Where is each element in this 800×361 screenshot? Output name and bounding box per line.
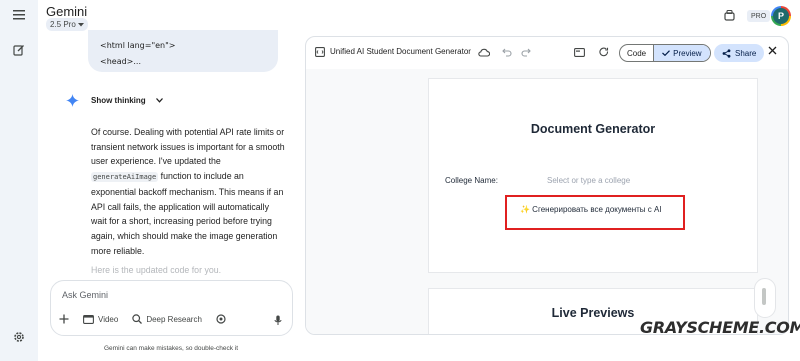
prompt-input[interactable]: Ask Gemini	[62, 290, 108, 300]
deep-research-button[interactable]: Deep Research	[132, 314, 202, 324]
prompt-box: Ask Gemini Video Deep Research	[50, 280, 293, 336]
show-thinking-toggle[interactable]: Show thinking	[66, 94, 163, 107]
model-label: 2.5 Pro	[50, 20, 76, 29]
tab-preview-label: Preview	[673, 48, 702, 58]
plus-icon	[59, 314, 69, 324]
mic-button[interactable]	[274, 315, 282, 329]
view-toggle: Code Preview	[619, 44, 711, 62]
scroll-thumb[interactable]	[762, 288, 766, 305]
code-file-icon	[314, 46, 326, 58]
answer-faded-line: Here is the updated code for you.	[91, 265, 222, 275]
generator-heading: Document Generator	[530, 122, 656, 136]
artifact-panel: Unified AI Student Document Generator Co…	[305, 36, 789, 335]
display-icon[interactable]	[573, 46, 585, 58]
undo-icon[interactable]	[501, 46, 513, 58]
avatar-initial: P	[773, 8, 789, 24]
panel-title: Unified AI Student Document Generator	[330, 47, 471, 56]
user-code-line: <html lang="en">	[100, 41, 176, 50]
video-tool-label: Video	[98, 314, 119, 324]
show-thinking-label: Show thinking	[91, 96, 146, 105]
settings-icon[interactable]	[12, 330, 26, 344]
canvas-icon	[216, 314, 226, 324]
close-panel-button[interactable]	[768, 46, 777, 58]
tab-preview[interactable]: Preview	[653, 45, 710, 61]
cloud-icon[interactable]	[478, 46, 490, 58]
highlight-box	[505, 195, 685, 230]
canvas-tool-button[interactable]	[216, 314, 226, 324]
college-label: College Name:	[445, 176, 498, 185]
chevron-down-icon	[155, 98, 163, 103]
chevron-down-icon	[77, 22, 84, 26]
check-icon	[662, 50, 671, 56]
panel-toolbar: Unified AI Student Document Generator Co…	[306, 37, 788, 69]
archive-icon[interactable]	[724, 9, 735, 24]
scroll-control[interactable]	[754, 278, 776, 318]
deep-research-label: Deep Research	[146, 314, 202, 324]
college-input[interactable]: Select or type a college	[547, 176, 633, 185]
watermark: GRAYSCHEME.COM	[640, 318, 800, 337]
answer-inline-code: generateAiImage	[91, 172, 159, 183]
mic-icon	[274, 315, 282, 325]
answer-text: Of course. Dealing with potential API ra…	[91, 127, 285, 167]
menu-icon[interactable]	[12, 8, 26, 22]
side-rail	[0, 0, 38, 361]
tab-code[interactable]: Code	[620, 45, 653, 61]
share-button[interactable]: Share	[714, 44, 765, 62]
video-tool-button[interactable]: Video	[83, 315, 118, 324]
pro-badge: PRO	[747, 10, 771, 22]
gemini-sparkle-icon	[66, 94, 79, 107]
generator-card: Document Generator College Name: Select …	[428, 78, 758, 273]
app-title: Gemini	[46, 4, 88, 19]
refresh-icon[interactable]	[598, 46, 610, 58]
share-label: Share	[735, 48, 757, 58]
add-button[interactable]	[59, 314, 69, 324]
video-icon	[83, 314, 94, 324]
share-icon	[722, 48, 731, 58]
close-icon	[768, 46, 777, 55]
prompt-tools: Video Deep Research	[59, 314, 240, 324]
model-selector[interactable]: 2.5 Pro	[46, 18, 88, 31]
user-message-bubble: <html lang="en"> <head>...	[88, 30, 278, 72]
avatar[interactable]: P	[771, 6, 791, 26]
new-chat-icon[interactable]	[12, 43, 26, 57]
redo-icon[interactable]	[520, 46, 532, 58]
disclaimer: Gemini can make mistakes, so double-chec…	[104, 345, 239, 352]
assistant-answer: Of course. Dealing with potential API ra…	[91, 125, 286, 258]
user-code-line: <head>...	[100, 57, 142, 66]
deep-research-icon	[132, 314, 143, 324]
answer-text: function to include an exponential backo…	[91, 171, 284, 256]
